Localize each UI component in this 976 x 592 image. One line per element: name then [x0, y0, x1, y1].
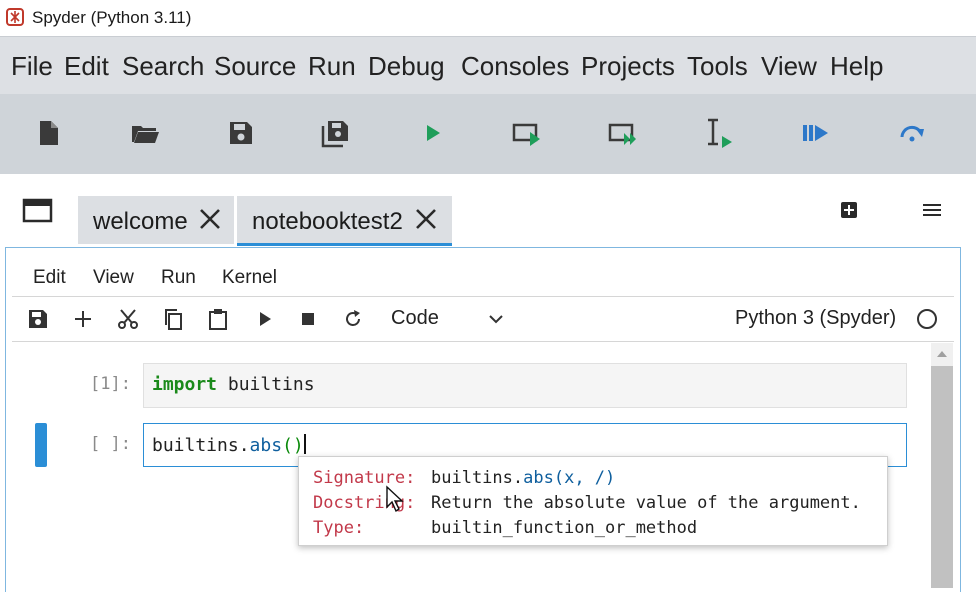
- nb-menu-kernel[interactable]: Kernel: [222, 267, 277, 289]
- options-menu-icon[interactable]: [922, 202, 942, 218]
- tooltip-type-row: Type: builtin_function_or_method: [313, 518, 697, 538]
- nb-menu-run[interactable]: Run: [161, 267, 196, 289]
- code-text: builtins: [217, 374, 315, 395]
- code-function: abs: [249, 435, 283, 456]
- divider: [12, 341, 954, 342]
- window-title: Spyder (Python 3.11): [32, 8, 192, 27]
- tooltip-type-label: Type:: [313, 518, 365, 538]
- code-cell-input[interactable]: import builtins: [143, 363, 907, 408]
- tooltip-signature-row: Signature: builtins.abs(x, /): [313, 468, 615, 488]
- menu-run[interactable]: Run: [308, 51, 356, 82]
- menu-consoles[interactable]: Consoles: [461, 51, 569, 82]
- mouse-pointer-icon: [386, 485, 404, 513]
- menu-source[interactable]: Source: [214, 51, 296, 82]
- kernel-name: Python 3 (Spyder): [735, 307, 897, 329]
- save-icon[interactable]: [226, 118, 256, 148]
- debug-icon[interactable]: [800, 118, 830, 148]
- spyder-logo-icon: [6, 8, 24, 26]
- browse-tabs-icon[interactable]: [22, 197, 54, 225]
- run-selection-icon[interactable]: [704, 118, 734, 148]
- menu-file[interactable]: File: [11, 51, 53, 82]
- tab-welcome[interactable]: welcome: [78, 196, 234, 244]
- code-parens: (): [282, 435, 304, 456]
- cut-icon[interactable]: [117, 308, 139, 330]
- menu-bar: File Edit Search Source Run Debug Consol…: [0, 36, 976, 95]
- run-cell-advance-icon[interactable]: [608, 118, 638, 148]
- tab-notebooktest2-label: notebooktest2: [252, 208, 403, 235]
- chevron-down-icon[interactable]: [488, 313, 504, 325]
- new-file-icon[interactable]: [34, 118, 64, 148]
- active-cell-marker: [35, 423, 47, 467]
- close-icon[interactable]: [197, 206, 223, 232]
- save-all-icon[interactable]: [321, 118, 351, 148]
- menu-search[interactable]: Search: [122, 51, 204, 82]
- run-cell-icon[interactable]: [512, 118, 542, 148]
- nb-menu-view[interactable]: View: [93, 267, 134, 289]
- scroll-up-arrow-icon[interactable]: [931, 343, 953, 365]
- menu-help[interactable]: Help: [830, 51, 883, 82]
- menu-view[interactable]: View: [761, 51, 817, 82]
- cell-prompt: [ ]:: [90, 434, 131, 454]
- tab-welcome-label: welcome: [93, 208, 188, 235]
- active-tab-indicator: [237, 243, 452, 246]
- menu-projects[interactable]: Projects: [581, 51, 675, 82]
- cell-prompt: [1]:: [90, 374, 131, 394]
- step-over-icon[interactable]: [897, 118, 927, 148]
- text-cursor: [303, 434, 306, 454]
- tooltip-signature-label: Signature:: [313, 468, 416, 488]
- menu-tools[interactable]: Tools: [687, 51, 748, 82]
- cell-type-select[interactable]: Code: [391, 307, 439, 330]
- new-tab-icon[interactable]: [840, 201, 858, 219]
- nb-menu-edit[interactable]: Edit: [33, 267, 66, 289]
- tooltip-signature-func: abs: [523, 468, 554, 488]
- scrollbar-thumb[interactable]: [931, 366, 953, 588]
- menu-debug[interactable]: Debug: [368, 51, 445, 82]
- kernel-status-icon: [917, 309, 937, 329]
- code-text: builtins.: [152, 435, 250, 456]
- save-icon[interactable]: [27, 308, 49, 330]
- run-cell-icon[interactable]: [254, 308, 276, 330]
- code-keyword: import: [152, 374, 218, 395]
- add-cell-icon[interactable]: [72, 308, 94, 330]
- close-icon[interactable]: [413, 206, 439, 232]
- tooltip-docstring-label: Docstring:: [313, 493, 416, 513]
- stop-icon[interactable]: [297, 308, 319, 330]
- menu-edit[interactable]: Edit: [64, 51, 109, 82]
- open-folder-icon[interactable]: [130, 118, 160, 148]
- divider: [12, 296, 954, 297]
- tab-notebooktest2[interactable]: notebooktest2: [237, 196, 452, 244]
- tooltip-docstring-value: Return the absolute value of the argumen…: [431, 493, 861, 513]
- run-icon[interactable]: [418, 118, 448, 148]
- copy-icon[interactable]: [162, 308, 184, 330]
- restart-icon[interactable]: [342, 308, 364, 330]
- paste-icon[interactable]: [207, 308, 229, 330]
- tooltip-type-value: builtin_function_or_method: [431, 518, 698, 538]
- tooltip-signature-module: builtins.: [431, 468, 524, 488]
- tooltip-signature-args: (x, /): [553, 468, 616, 488]
